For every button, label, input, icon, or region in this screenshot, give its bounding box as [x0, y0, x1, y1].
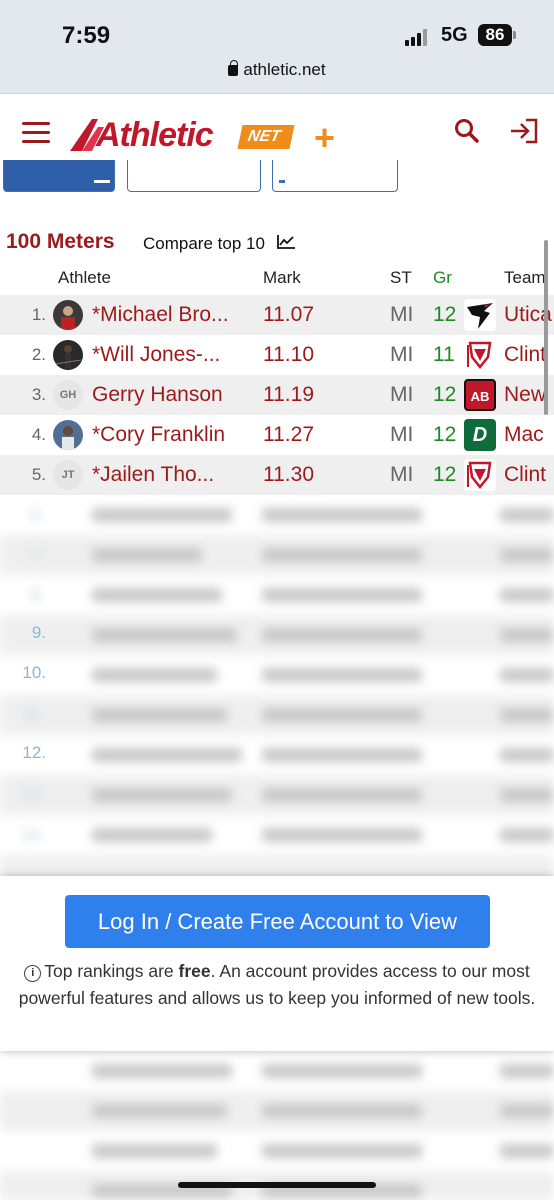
athlete-avatar[interactable]: [53, 340, 83, 370]
grade: 12: [433, 463, 457, 486]
login-icon[interactable]: [508, 117, 540, 145]
logo-plus: +: [314, 117, 336, 158]
site-header: Athletic NET +: [0, 95, 554, 167]
athletic-net-logo[interactable]: Athletic NET +: [68, 115, 348, 158]
athlete-avatar[interactable]: [53, 300, 83, 330]
table-row[interactable]: 1. *Michael Bro... 11.07 MI 12 Utica: [0, 295, 554, 335]
rank: 3.: [31, 385, 46, 404]
grade: 12: [433, 423, 457, 446]
mark-value[interactable]: 11.07: [263, 303, 314, 327]
status-time: 7:59: [62, 22, 111, 49]
team-logo-d: D: [464, 419, 496, 451]
search-icon[interactable]: [453, 117, 481, 145]
scrollbar[interactable]: [544, 240, 548, 415]
athlete-name[interactable]: *Will Jones-...: [92, 343, 252, 367]
team-name[interactable]: New: [504, 383, 546, 407]
home-indicator[interactable]: [178, 1182, 376, 1188]
athlete-photo: [61, 306, 75, 330]
tab-indicator: [94, 180, 110, 183]
battery-tip: [513, 31, 516, 39]
compare-label: Compare top 10: [143, 234, 265, 253]
tab-relay-split[interactable]: [272, 160, 398, 192]
battery-icon: 86: [478, 24, 512, 46]
locked-rows-blurred: 6. 7. 8. 11. 13. 14.: [0, 495, 554, 876]
info-text-before: Top rankings are: [44, 961, 179, 981]
athlete-initials-avatar[interactable]: GH: [53, 380, 83, 410]
event-title: 100 Meters: [6, 230, 115, 253]
athlete-name[interactable]: *Cory Franklin: [92, 423, 252, 447]
tab-wholesale[interactable]: [127, 160, 261, 192]
mark-value[interactable]: 11.10: [263, 343, 314, 367]
athlete-initials-avatar[interactable]: JT: [53, 460, 83, 490]
warrior-logo-icon: [464, 339, 496, 371]
athlete-avatar[interactable]: [53, 420, 83, 450]
athlete-name[interactable]: *Michael Bro...: [92, 303, 252, 327]
state: MI: [390, 463, 414, 486]
table-row[interactable]: 3. GH Gerry Hanson 11.19 MI 12 AB New: [0, 375, 554, 415]
compare-top-10-link[interactable]: Compare top 10: [143, 234, 296, 254]
tab-indicator: [279, 180, 285, 183]
url-text: athletic.net: [243, 60, 326, 79]
team-name[interactable]: Mac: [504, 423, 544, 447]
rank: 1.: [31, 305, 46, 324]
locked-rank: 10.: [22, 663, 46, 682]
table-row[interactable]: 2. *Will Jones-... 11.10 MI 11 Clint: [0, 335, 554, 375]
warrior-logo-icon: [464, 459, 496, 491]
state: MI: [390, 343, 414, 366]
athlete-photo: [62, 426, 74, 450]
browser-top-bar: 7:59 5G 86 athletic.net: [0, 0, 554, 94]
login-info-text: i Top rankings are free. An account provi…: [8, 958, 546, 1012]
locked-rank: 12.: [22, 743, 46, 762]
state: MI: [390, 423, 414, 446]
cellular-signal-icon: [405, 28, 431, 46]
network-type: 5G: [441, 24, 468, 46]
column-header-mark[interactable]: Mark: [263, 268, 301, 288]
grade: 12: [433, 303, 457, 326]
column-header-grade[interactable]: Gr: [433, 268, 452, 288]
athlete-name[interactable]: *Jailen Tho...: [92, 463, 252, 487]
team-name[interactable]: Clint: [504, 463, 546, 487]
column-header-state[interactable]: ST: [390, 268, 412, 288]
athlete-photo: [54, 345, 82, 368]
state: MI: [390, 383, 414, 406]
grade: 12: [433, 383, 457, 406]
team-logo-ab: AB: [464, 379, 496, 411]
mark-value[interactable]: 11.19: [263, 383, 314, 407]
login-prompt-panel: Log In / Create Free Account to View i To…: [0, 876, 554, 1051]
info-text-bold: free: [178, 961, 211, 981]
logo-main-text: Athletic: [96, 116, 214, 154]
mark-value[interactable]: 11.27: [263, 423, 314, 447]
athlete-name[interactable]: Gerry Hanson: [92, 383, 252, 407]
login-create-account-button[interactable]: Log In / Create Free Account to View: [65, 895, 490, 948]
team-name[interactable]: Clint: [504, 343, 546, 367]
table-row[interactable]: 5. JT *Jailen Tho... 11.30 MI 12 Clint: [0, 455, 554, 495]
falcon-logo-icon: [464, 299, 496, 331]
lock-icon: [228, 60, 239, 76]
grade: 11: [433, 343, 455, 366]
locked-rank: 9.: [31, 623, 46, 642]
logo-net-badge: NET: [237, 125, 295, 149]
table-row[interactable]: 4. *Cory Franklin 11.27 MI 12 D Mac: [0, 415, 554, 455]
address-bar[interactable]: athletic.net: [0, 60, 554, 80]
tab-standard[interactable]: [3, 160, 115, 192]
locked-rows-blurred-lower: [0, 1051, 554, 1200]
rank: 4.: [31, 425, 46, 444]
column-header-team[interactable]: Team: [504, 268, 546, 288]
trend-chart-icon: [276, 235, 295, 249]
hamburger-menu-icon[interactable]: [22, 122, 50, 144]
rank: 2.: [31, 345, 46, 364]
column-header-athlete[interactable]: Athlete: [58, 268, 111, 288]
mark-value[interactable]: 11.30: [263, 463, 314, 487]
rank: 5.: [31, 465, 46, 484]
info-icon: i: [24, 965, 42, 982]
state: MI: [390, 303, 414, 326]
